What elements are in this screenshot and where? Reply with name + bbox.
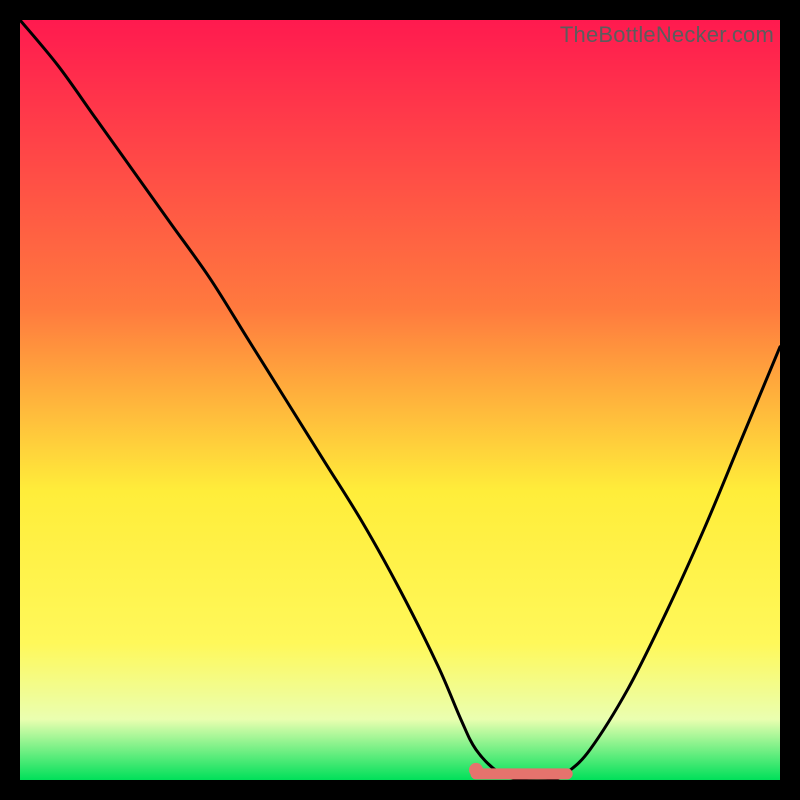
optimal-start-dot [469,763,483,777]
gradient-background [20,20,780,780]
chart-frame: TheBottleNecker.com [20,20,780,780]
bottleneck-chart [20,20,780,780]
watermark-text: TheBottleNecker.com [560,22,774,48]
